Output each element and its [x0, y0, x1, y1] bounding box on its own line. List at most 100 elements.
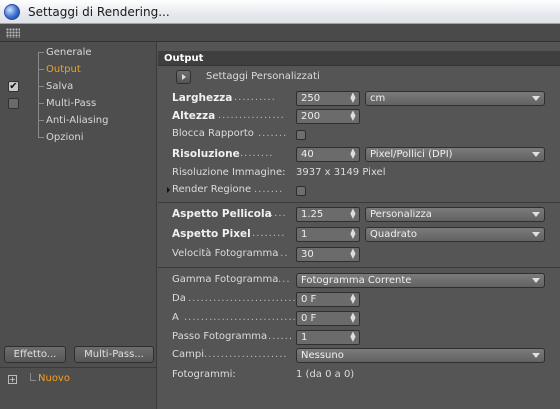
unit-dropdown[interactable]: cm: [365, 91, 545, 106]
fotogrammi-row: Fotogrammi: 1 (da 0 a 0): [158, 367, 560, 385]
da-input[interactable]: 0 F ▲ ▼: [296, 292, 360, 307]
aspetto-pellicola-value: 1.25: [301, 209, 324, 220]
dot-leader: ...: [276, 248, 289, 259]
sidebar-item-output[interactable]: Output: [0, 61, 157, 78]
risoluzione-value: 40: [301, 149, 314, 160]
dot-leader: ....................: [204, 349, 288, 360]
a-row: A ........................... 0 F ▲ ▼: [158, 310, 560, 328]
fields-dropdown[interactable]: Nessuno: [296, 348, 545, 363]
sidebar-item-generale[interactable]: Generale: [0, 44, 157, 61]
chevron-down-icon: [532, 152, 540, 157]
spinner-arrows-icon[interactable]: ▲ ▼: [350, 293, 356, 305]
aspetto-pellicola-row: Aspetto Pellicola .... 1.25 ▲ ▼ Personaliz…: [158, 206, 560, 224]
a-label: A: [172, 312, 179, 323]
altezza-value: 200: [301, 111, 321, 122]
dot-leader: ...........................: [184, 312, 296, 323]
render-regione-row: Render Regione .......: [158, 182, 560, 200]
altezza-label: Altezza: [172, 110, 216, 122]
effetto-button[interactable]: Effetto...: [4, 346, 66, 363]
a-input[interactable]: 0 F ▲ ▼: [296, 311, 360, 326]
spinner-arrows-icon[interactable]: ▲ ▼: [350, 208, 356, 220]
spinner-arrows-icon[interactable]: ▲ ▼: [350, 110, 356, 122]
render-regione-checkbox[interactable]: [296, 186, 306, 196]
sidebar-item-antialiasing[interactable]: Anti-Aliasing: [0, 112, 157, 129]
frame-range-dropdown[interactable]: Fotogramma Corrente: [296, 273, 545, 288]
title-bar: Settaggi di Rendering...: [0, 0, 560, 24]
multipass-button[interactable]: Multi-Pass...: [74, 346, 154, 363]
salva-checkbox[interactable]: ✔: [8, 81, 19, 92]
campi-row: Campi .................... Nessuno: [158, 347, 560, 365]
dot-leader: .......: [258, 128, 288, 139]
dot-leader: ......: [268, 331, 294, 342]
chevron-down-icon: [532, 353, 540, 358]
spinner-arrows-icon[interactable]: ▲ ▼: [350, 92, 356, 104]
sidebar-item-label: Generale: [46, 47, 92, 58]
velocita-fotogramma-value: 30: [301, 249, 314, 260]
chevron-down-icon: [532, 232, 540, 237]
dpi-dropdown[interactable]: Pixel/Pollici (DPI): [365, 147, 545, 162]
blocca-rapporto-checkbox[interactable]: [296, 130, 306, 140]
toolbar: [0, 24, 560, 42]
dot-leader: ..........: [234, 92, 276, 103]
sidebar-item-multipass[interactable]: Multi-Pass: [0, 95, 157, 112]
velocita-fotogramma-row: Velocità Fotogramma ... 30 ▲ ▼: [158, 246, 560, 264]
spinner-arrows-icon[interactable]: ▲ ▼: [350, 248, 356, 260]
spinner-arrows-icon[interactable]: ▲ ▼: [350, 228, 356, 240]
da-row: Da ........................... 0 F ▲ ▼: [158, 291, 560, 309]
altezza-input[interactable]: 200 ▲ ▼: [296, 109, 360, 124]
risoluzione-immagine-row: Risoluzione Immagine: 3937 x 3149 Pixel: [158, 165, 560, 183]
pixel-aspect-value: Quadrato: [370, 229, 417, 240]
divider: [0, 367, 157, 368]
output-panel: Output Settaggi Personalizzati Larghezza…: [158, 42, 560, 409]
film-aspect-dropdown[interactable]: Personalizza: [365, 207, 545, 222]
settings-sidebar: Generale Output ✔ Salva Multi-Pass Anti-…: [0, 42, 157, 409]
fields-value: Nessuno: [301, 350, 344, 361]
sidebar-item-opzioni[interactable]: Opzioni: [0, 129, 157, 146]
sidebar-item-label: Opzioni: [46, 132, 84, 143]
dot-leader: ...: [278, 274, 291, 285]
spinner-arrows-icon[interactable]: ▲ ▼: [350, 331, 356, 343]
dot-leader: ...........................: [188, 293, 296, 304]
aspetto-pixel-row: Aspetto Pixel ........ 1 ▲ ▼ Quadrato: [158, 226, 560, 244]
aspetto-pellicola-label: Aspetto Pellicola: [172, 208, 272, 220]
passo-fotogramma-input[interactable]: 1 ▲ ▼: [296, 330, 360, 345]
passo-fotogramma-label: Passo Fotogramma: [172, 331, 268, 342]
dot-leader: ....: [270, 208, 287, 219]
multipass-checkbox[interactable]: [8, 98, 19, 109]
risoluzione-immagine-value: 3937 x 3149 Pixel: [296, 167, 386, 178]
aspetto-pixel-value: 1: [301, 229, 308, 240]
render-preset-item[interactable]: + Nuovo: [0, 373, 157, 389]
larghezza-value: 250: [301, 93, 321, 104]
expand-arrow-icon[interactable]: [167, 187, 170, 193]
velocita-fotogramma-input[interactable]: 30 ▲ ▼: [296, 247, 360, 262]
larghezza-label: Larghezza: [172, 92, 233, 104]
larghezza-input[interactable]: 250 ▲ ▼: [296, 91, 360, 106]
risoluzione-input[interactable]: 40 ▲ ▼: [296, 147, 360, 162]
preset-label: Settaggi Personalizzati: [206, 71, 320, 82]
velocita-fotogramma-label: Velocità Fotogramma: [172, 248, 279, 259]
dot-leader: ........: [252, 228, 286, 239]
blocca-rapporto-row: Blocca Rapporto .......: [158, 126, 560, 144]
grip-handle-icon[interactable]: [6, 28, 20, 38]
aspetto-pellicola-input[interactable]: 1.25 ▲ ▼: [296, 207, 360, 222]
unit-value: cm: [370, 93, 386, 104]
spinner-arrows-icon[interactable]: ▲ ▼: [350, 312, 356, 324]
aspetto-pixel-input[interactable]: 1 ▲ ▼: [296, 227, 360, 242]
spinner-arrows-icon[interactable]: ▲ ▼: [350, 148, 356, 160]
settings-tree: Generale Output ✔ Salva Multi-Pass Anti-…: [0, 44, 157, 146]
gamma-fotogramma-label: Gamma Fotogramma: [172, 274, 279, 285]
risoluzione-label: Risoluzione: [172, 148, 240, 160]
aspetto-pixel-label: Aspetto Pixel: [172, 228, 251, 240]
pixel-aspect-dropdown[interactable]: Quadrato: [365, 227, 545, 242]
fotogrammi-label: Fotogrammi:: [172, 369, 236, 380]
app-sphere-icon: [4, 4, 20, 20]
expand-icon[interactable]: +: [8, 375, 17, 384]
divider: [158, 267, 560, 268]
film-aspect-value: Personalizza: [370, 209, 432, 220]
altezza-row: Altezza ................ 200 ▲ ▼: [158, 108, 560, 126]
dot-leader: .......: [254, 184, 284, 195]
passo-fotogramma-value: 1: [301, 332, 308, 343]
chevron-down-icon: [532, 96, 540, 101]
sidebar-item-salva[interactable]: ✔ Salva: [0, 78, 157, 95]
dot-leader: ........: [240, 148, 274, 159]
